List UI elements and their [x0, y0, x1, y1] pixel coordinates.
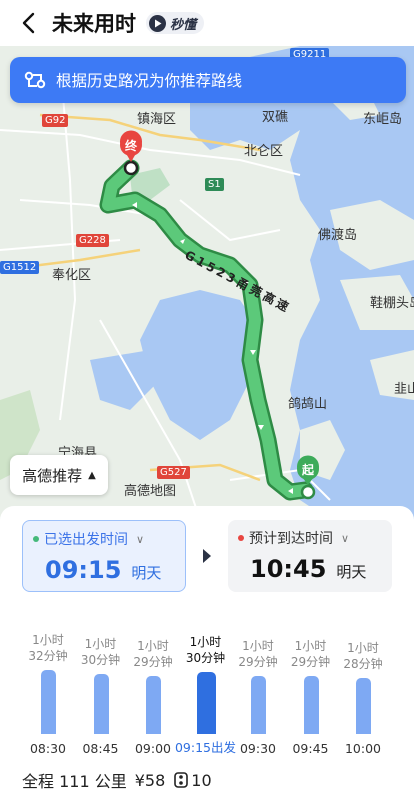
map-label: 镇海区 [137, 112, 177, 127]
departure-option[interactable]: 1小时 28分钟 10:00 [337, 606, 389, 756]
duration-label: 1小时 32分钟 [28, 633, 68, 663]
route-preference-button[interactable]: 高德推荐 ▲ [10, 455, 108, 495]
duration-bar [251, 676, 266, 734]
map-label: 北仑区 [244, 144, 284, 159]
svg-text:终: 终 [125, 138, 138, 153]
suggest-text: 根据历史路况为你推荐路线 [56, 72, 243, 90]
departure-option[interactable]: 1小时 29分钟 09:00 [127, 606, 179, 756]
departure-options: 1小时 32分钟 08:30 1小时 30分钟 08:45 1小时 29分钟 09:00 1小时 3… [0, 606, 414, 756]
road-shield: S1 [205, 178, 224, 191]
svg-text:起: 起 [301, 462, 315, 477]
duration-label: 1小时 30分钟 [80, 637, 121, 667]
arrive-day: 明天 [336, 563, 367, 581]
route-preference-label: 高德推荐 [22, 466, 83, 485]
duration-label: 1小时 30分钟 [185, 635, 226, 665]
chevron-down-icon: ∨ [136, 532, 145, 546]
top-bar: 未来用时 秒懂 [0, 0, 414, 46]
map-label: 双礁 [262, 110, 289, 125]
arrive-time-row: 10:45 明天 [250, 555, 366, 583]
arrow-right-icon [203, 549, 211, 563]
duration-bar [41, 670, 56, 734]
status-dot-icon [238, 535, 244, 541]
arrive-label-row: 预计到达时间 ∨ [238, 528, 349, 548]
badge-label: 秒懂 [170, 17, 197, 33]
map-label: 韭山 [394, 382, 414, 397]
duration-label: 1小时 28分钟 [343, 641, 383, 671]
depart-day: 明天 [131, 564, 162, 582]
distance-text: 全程 111 公里 [22, 772, 127, 791]
departure-time-label: 10:00 [344, 741, 382, 756]
duration-bar [93, 674, 109, 734]
duration-bar [303, 676, 319, 734]
map-label: 鞋棚头岛 [370, 296, 414, 311]
road-shield: G92 [42, 114, 69, 127]
back-button[interactable] [6, 0, 50, 46]
status-dot-icon [33, 536, 39, 542]
depart-label-row: 已选出发时间 ∨ [33, 529, 144, 549]
departure-option[interactable]: 1小时 29分钟 09:45 [285, 606, 337, 756]
duration-bar [146, 676, 161, 734]
caret-up-icon: ▲ [88, 469, 96, 481]
chevron-left-icon [22, 12, 35, 34]
departure-option[interactable]: 1小时 32分钟 08:30 [22, 606, 74, 756]
duration-bar [196, 672, 216, 734]
departure-option[interactable]: 1小时 30分钟 08:45 [75, 606, 127, 756]
duration-label: 1小时 29分钟 [238, 639, 278, 669]
map-label: 佛渡岛 [318, 228, 358, 243]
page-title: 未来用时 [52, 12, 136, 36]
road-shield: G228 [76, 234, 109, 247]
duration-label: 1小时 29分钟 [290, 639, 331, 669]
map-label: 奉化区 [52, 268, 92, 283]
chevron-down-icon: ∨ [341, 531, 350, 545]
map-label: 东岠岛 [363, 112, 403, 127]
play-icon [149, 14, 166, 32]
depart-time-selector[interactable]: 已选出发时间 ∨ 09:15 明天 [22, 520, 186, 592]
road-shield: G527 [157, 466, 190, 479]
traffic-light-count: 10 [191, 770, 212, 790]
arrive-time: 10:45 [250, 555, 327, 583]
arrive-time-selector[interactable]: 预计到达时间 ∨ 10:45 明天 [228, 520, 392, 592]
route-icon [24, 71, 46, 89]
traffic-light-icon [174, 772, 189, 788]
depart-label: 已选出发时间 [44, 532, 128, 548]
toll-text: ¥58 [134, 770, 166, 790]
arrive-label: 预计到达时间 [249, 531, 333, 547]
map-watermark: 高德地图 [124, 484, 177, 499]
map-label: 鸽鸪山 [288, 397, 328, 412]
duration-bar [356, 678, 371, 734]
route-suggest-banner[interactable]: 根据历史路况为你推荐路线 [10, 57, 406, 103]
map-view[interactable]: 终 起 镇海区 北仑区 双礁 东岠岛 奉化区 佛渡岛 鞋棚头岛 鸽鸪山 韭山 宁… [0, 46, 414, 520]
time-panel: 已选出发时间 ∨ 09:15 明天 预计到达时间 ∨ 10:45 明天 1小时 3… [0, 506, 414, 800]
road-shield: G1512 [0, 261, 40, 274]
depart-time: 09:15 [45, 556, 122, 584]
departure-option[interactable]: 1小时 30分钟 09:15出发 [175, 606, 236, 756]
depart-time-row: 09:15 明天 [45, 556, 161, 584]
route-summary: 全程 111 公里 ¥58 10 [22, 768, 220, 792]
departure-option[interactable]: 1小时 29分钟 09:30 [232, 606, 284, 756]
explain-badge[interactable]: 秒懂 [146, 12, 205, 34]
duration-label: 1小时 29分钟 [133, 639, 173, 669]
